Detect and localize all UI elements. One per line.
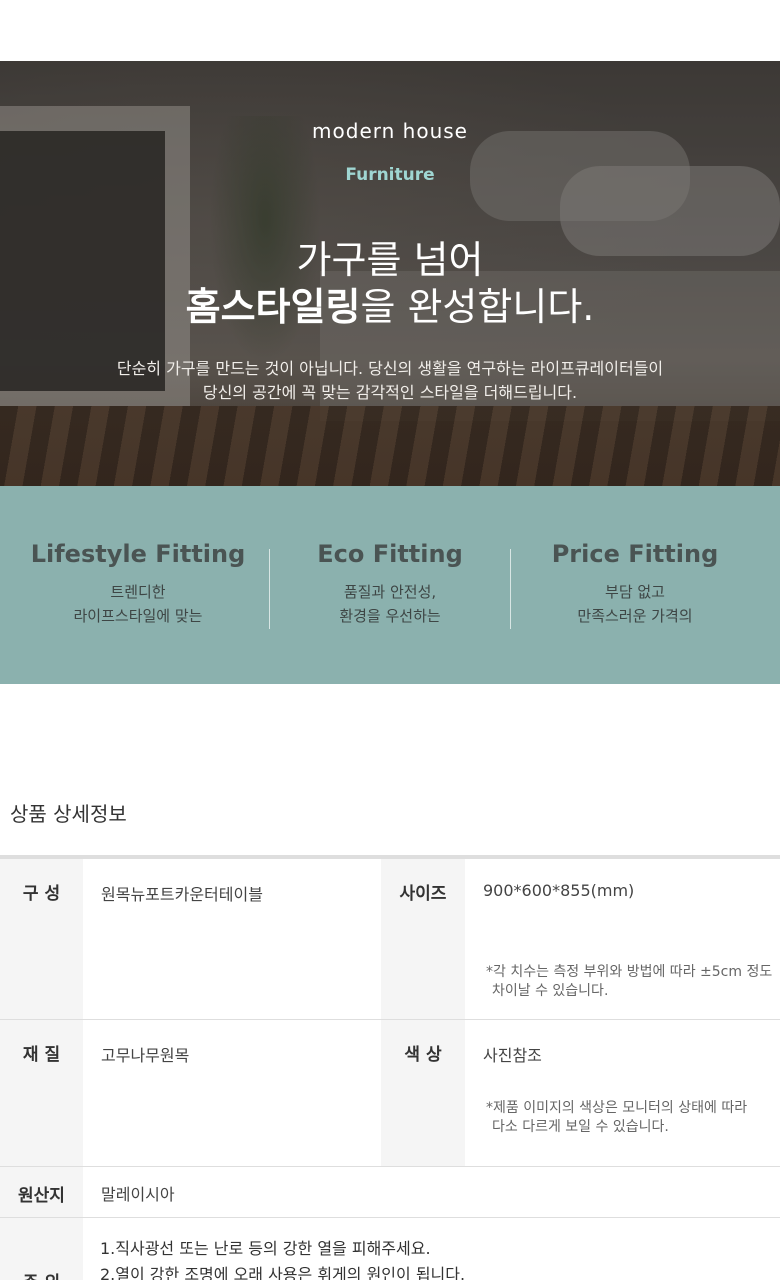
hero-headline-rest: 을 완성합니다.	[360, 285, 595, 329]
fitting-title: Eco Fitting	[317, 540, 463, 568]
fitting-desc: 부담 없고	[605, 583, 665, 601]
table-row: 주 의 1.직사광선 또는 난로 등의 강한 열을 피해주세요. 2.열이 강한…	[0, 1218, 780, 1280]
origin-label: 원산지	[0, 1167, 83, 1217]
table-row: 원산지 말레이시아	[0, 1167, 780, 1218]
fitting-desc: 라이프스타일에 맞는	[73, 607, 203, 625]
hero-description-line2: 당신의 공간에 꼭 맞는 감각적인 스타일을 더해드립니다.	[202, 383, 578, 402]
caution-label: 주 의	[0, 1218, 83, 1280]
size-label: 사이즈	[381, 859, 465, 1019]
color-note: *제품 이미지의 색상은 모니터의 상태에 따라 다소 다르게 보일 수 있습니…	[486, 1100, 748, 1135]
caution-text: 1.직사광선 또는 난로 등의 강한 열을 피해주세요. 2.열이 강한 조명에…	[100, 1239, 466, 1280]
fitting-price: Price Fitting 부담 없고 만족스러운 가격의	[511, 540, 759, 630]
size-note: *각 치수는 측정 부위와 방법에 따라 ±5cm 정도 차이날 수 있습니다.	[486, 964, 773, 999]
composition-label: 구 성	[0, 859, 83, 1019]
product-detail-table: 구 성 원목뉴포트카운터테이블 사이즈 900*600*855(mm) *각 치…	[0, 855, 780, 1280]
fitting-desc: 만족스러운 가격의	[577, 607, 693, 625]
fitting-band: Lifestyle Fitting 트렌디한 라이프스타일에 맞는 Eco Fi…	[0, 486, 780, 684]
fitting-desc: 환경을 우선하는	[339, 607, 441, 625]
table-row: 재 질 고무나무원목 색 상 사진참조 *제품 이미지의 색상은 모니터의 상태…	[0, 1020, 780, 1167]
brand-logo: modern house	[312, 119, 468, 143]
hero-description: 단순히 가구를 만드는 것이 아닙니다. 당신의 생활을 연구하는 라이프큐레이…	[0, 357, 780, 405]
hero-banner: modern house Furniture 가구를 넘어 홈스타일링을 완성합…	[0, 61, 780, 486]
color-value: 사진참조	[483, 1046, 542, 1065]
composition-value: 원목뉴포트카운터테이블	[101, 885, 263, 904]
fitting-desc: 트렌디한	[110, 583, 166, 601]
fitting-lifestyle: Lifestyle Fitting 트렌디한 라이프스타일에 맞는	[0, 540, 276, 630]
table-row: 구 성 원목뉴포트카운터테이블 사이즈 900*600*855(mm) *각 치…	[0, 859, 780, 1020]
origin-value: 말레이시아	[101, 1185, 175, 1204]
brand-subtitle: Furniture	[345, 165, 435, 185]
fitting-title: Price Fitting	[551, 540, 719, 568]
color-label: 색 상	[381, 1020, 465, 1166]
fitting-eco: Eco Fitting 품질과 안전성, 환경을 우선하는	[270, 540, 510, 630]
material-value: 고무나무원목	[101, 1046, 190, 1065]
hero-description-line1: 단순히 가구를 만드는 것이 아닙니다. 당신의 생활을 연구하는 라이프큐레이…	[116, 359, 664, 378]
section-title: 상품 상세정보	[10, 802, 127, 826]
fitting-desc: 품질과 안전성,	[343, 583, 437, 601]
hero-headline-line2: 홈스타일링을 완성합니다.	[0, 276, 780, 331]
hero-headline-bold: 홈스타일링	[185, 285, 361, 329]
material-label: 재 질	[0, 1020, 83, 1166]
fitting-title: Lifestyle Fitting	[30, 540, 246, 568]
